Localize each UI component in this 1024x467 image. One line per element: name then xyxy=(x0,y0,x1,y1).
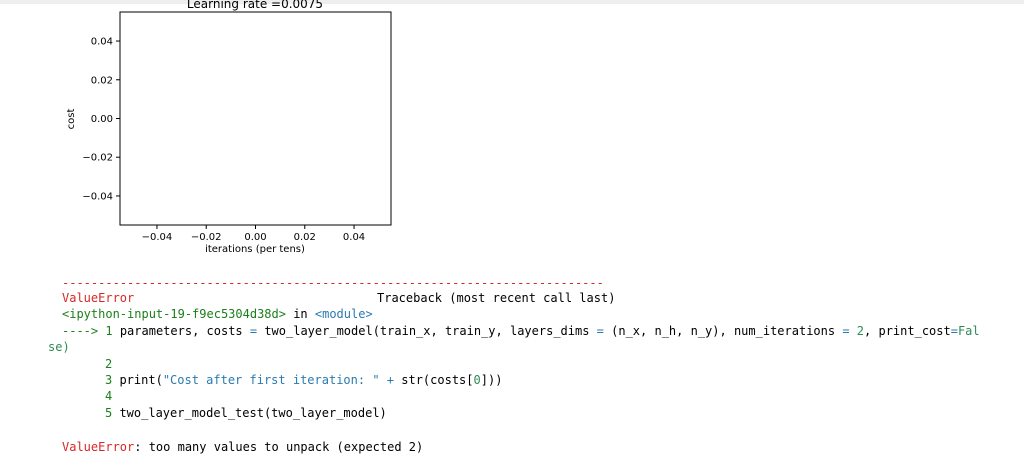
error-name: ValueError xyxy=(62,291,135,305)
y-tick-label: −0.04 xyxy=(82,191,113,202)
traceback-line-5: 5 two_layer_model_test(two_layer_model) xyxy=(105,406,387,420)
y-tick-label: 0.02 xyxy=(91,75,113,86)
input-ref: <ipython-input-19-f9ec5304d38d> xyxy=(62,307,286,321)
y-tick-label: −0.02 xyxy=(82,153,113,164)
traceback-location: <ipython-input-19-f9ec5304d38d> in <modu… xyxy=(62,307,373,321)
traceback-line-2: 2 xyxy=(105,357,113,371)
traceback-line-4: 4 xyxy=(105,389,113,403)
traceback-header: ValueError Traceback (most recent call la… xyxy=(62,290,1017,307)
y-tick-label: 0.00 xyxy=(91,114,113,125)
x-axis-ticks: −0.04 −0.02 0.00 0.02 0.04 xyxy=(142,225,365,243)
x-tick-label: 0.00 xyxy=(244,232,266,243)
final-error-message: : too many values to unpack (expected 2) xyxy=(134,440,424,454)
traceback-line-1: ----> 1 parameters, costs = two_layer_mo… xyxy=(62,324,980,338)
final-error-name: ValueError xyxy=(62,440,135,454)
y-axis-ticks: 0.04 0.02 0.00 −0.02 −0.04 xyxy=(82,37,120,202)
traceback-header-right: Traceback (most recent call last) xyxy=(377,291,616,305)
y-axis-label: cost xyxy=(66,109,77,130)
plot-frame xyxy=(119,11,392,226)
module-ref: <module> xyxy=(314,307,373,321)
x-axis-label: iterations (per tens) xyxy=(205,244,305,255)
x-tick-label: −0.04 xyxy=(142,232,173,243)
x-tick-label: −0.02 xyxy=(191,232,222,243)
chart-title: Learning rate =0.0075 xyxy=(187,0,323,11)
y-tick-label: 0.04 xyxy=(91,37,113,48)
cost-chart: Learning rate =0.0075 0.040.020.00−0.02−… xyxy=(66,0,392,255)
traceback-line-3: 3 print("Cost after first iteration: " +… xyxy=(105,373,503,387)
x-tick-label: 0.02 xyxy=(294,232,316,243)
x-tick-label: 0.04 xyxy=(343,232,365,243)
traceback-line-1-cont: se) xyxy=(48,340,70,354)
final-error: ValueError: too many values to unpack (e… xyxy=(62,439,1017,456)
